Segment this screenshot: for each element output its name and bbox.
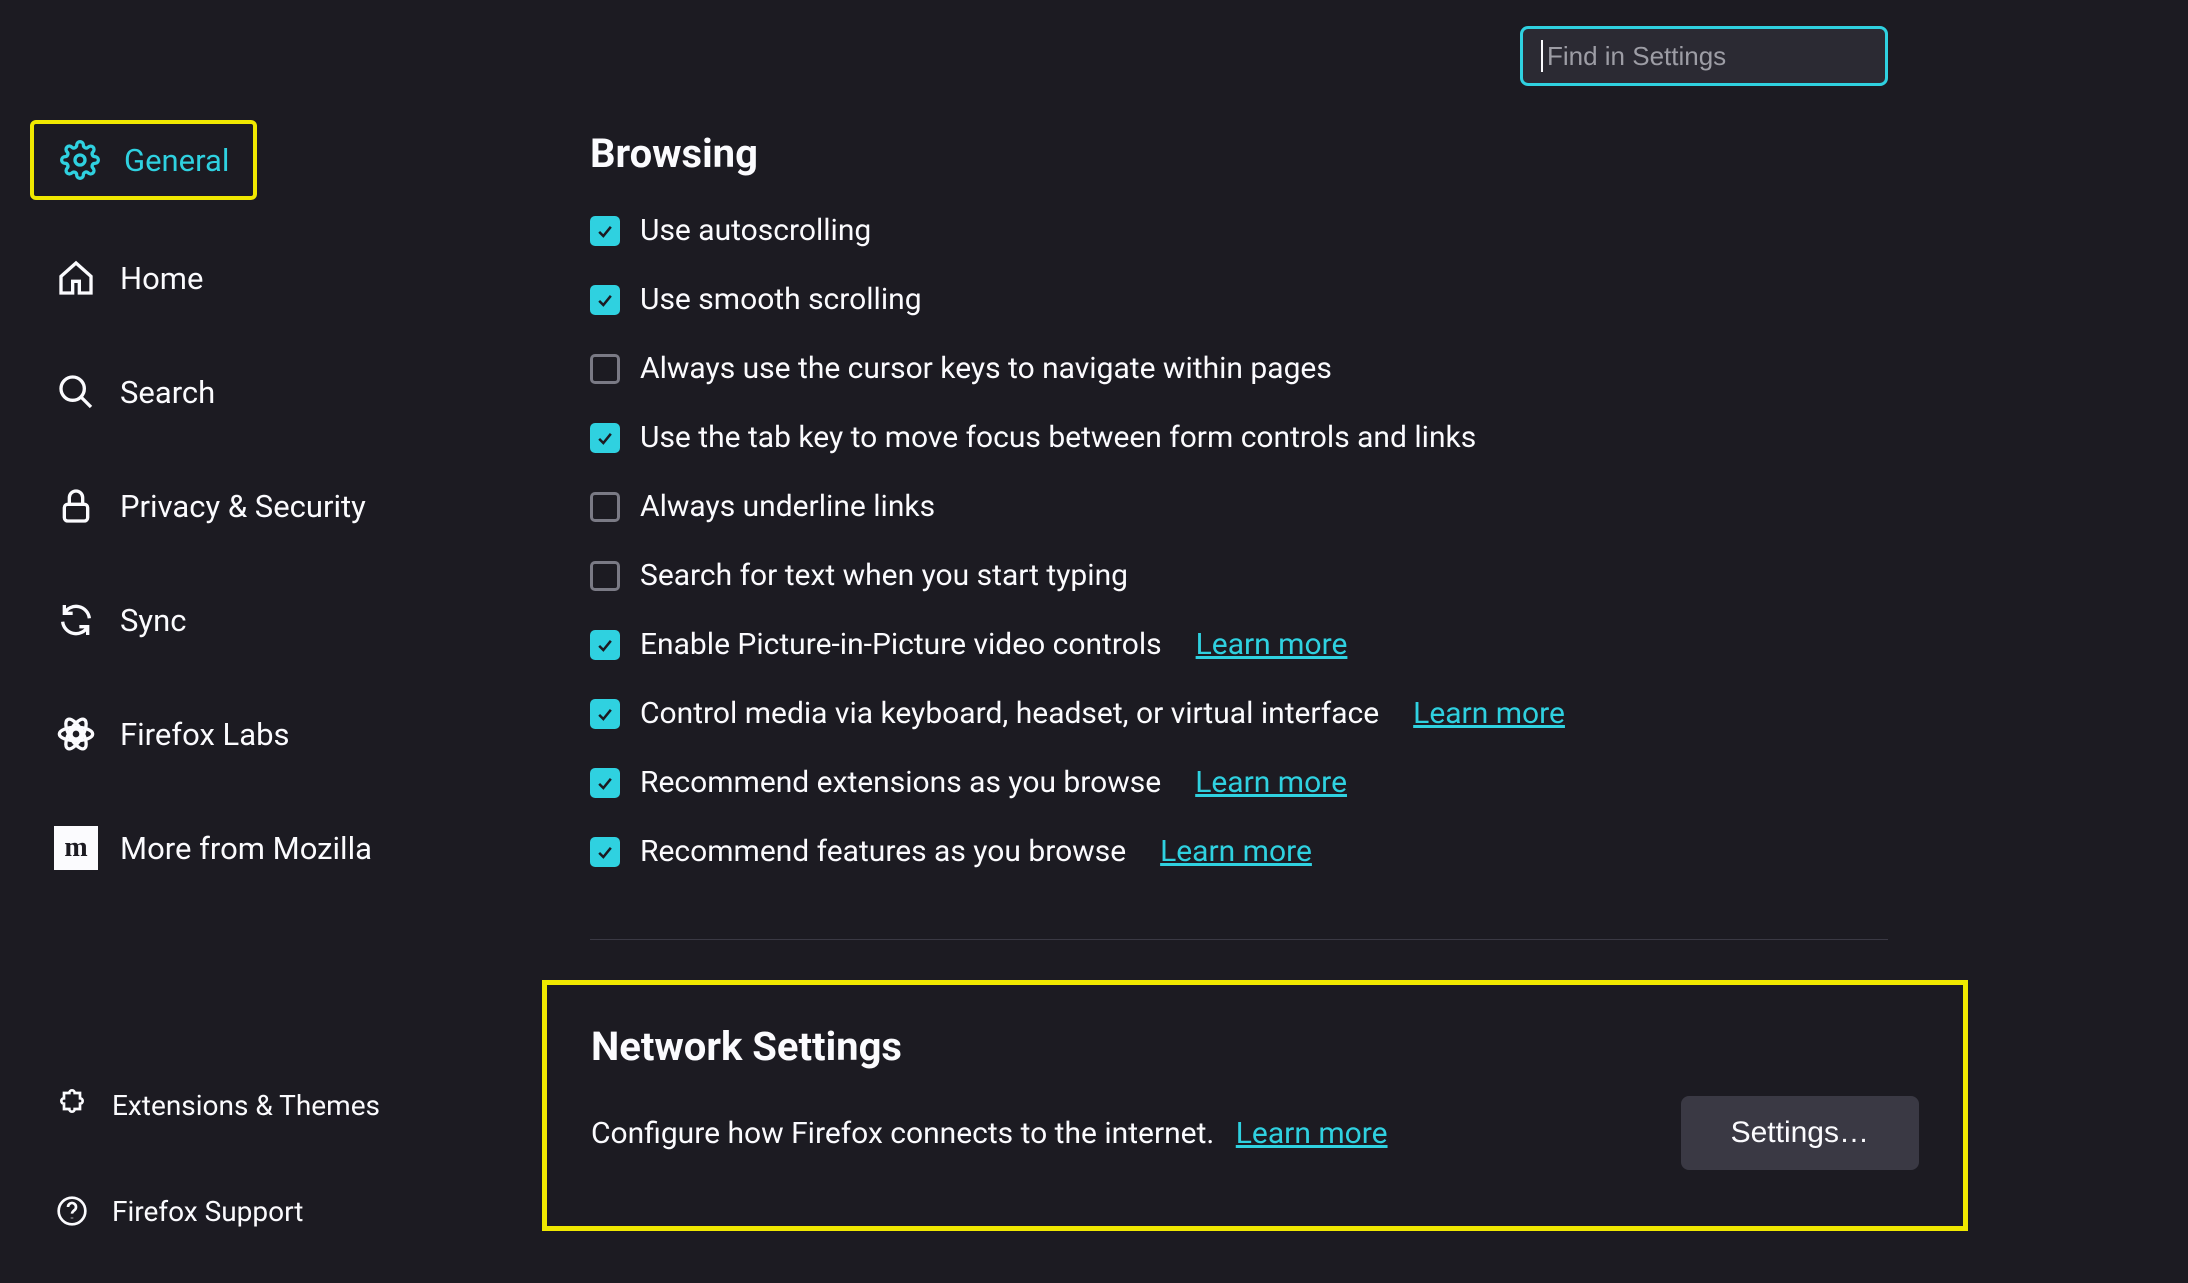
sidebar-item-label: Search [120, 374, 215, 411]
sync-icon [54, 598, 98, 642]
network-description: Configure how Firefox connects to the in… [591, 1116, 1214, 1151]
option-row: Always underline links [590, 489, 1888, 524]
option-row: Use smooth scrolling [590, 282, 1888, 317]
sidebar: General Home Search Privacy & Security [0, 0, 520, 1283]
home-icon [54, 256, 98, 300]
option-label: Control media via keyboard, headset, or … [640, 696, 1379, 731]
sidebar-item-privacy[interactable]: Privacy & Security [30, 470, 390, 542]
lock-icon [54, 484, 98, 528]
network-learn-more-link[interactable]: Learn more [1236, 1116, 1388, 1151]
network-settings-section: Network Settings Configure how Firefox c… [542, 980, 1968, 1231]
sidebar-item-label: Firefox Labs [120, 716, 290, 753]
option-label: Use autoscrolling [640, 213, 871, 248]
sidebar-item-search[interactable]: Search [30, 356, 239, 428]
settings-search-input[interactable] [1547, 41, 1867, 72]
option-row: Always use the cursor keys to navigate w… [590, 351, 1888, 386]
learn-more-link[interactable]: Learn more [1160, 834, 1312, 869]
search-icon [54, 370, 98, 414]
checkbox[interactable] [590, 561, 620, 591]
checkbox[interactable] [590, 630, 620, 660]
network-body: Configure how Firefox connects to the in… [591, 1096, 1919, 1170]
sidebar-item-home[interactable]: Home [30, 242, 227, 314]
sidebar-item-general[interactable]: General [30, 120, 257, 200]
main-content: Browsing Use autoscrolling Use smooth scr… [520, 0, 2188, 1283]
learn-more-link[interactable]: Learn more [1195, 765, 1347, 800]
option-label: Enable Picture-in-Picture video controls [640, 627, 1162, 662]
sidebar-item-extensions[interactable]: Extensions & Themes [30, 1073, 404, 1137]
puzzle-icon [54, 1087, 90, 1123]
network-settings-button[interactable]: Settings… [1681, 1096, 1919, 1170]
option-row: Use autoscrolling [590, 213, 1888, 248]
sidebar-item-label: Extensions & Themes [112, 1089, 380, 1122]
option-label: Always use the cursor keys to navigate w… [640, 351, 1332, 386]
sidebar-item-label: Privacy & Security [120, 488, 366, 525]
help-icon [54, 1193, 90, 1229]
option-label: Recommend features as you browse [640, 834, 1126, 869]
network-description-row: Configure how Firefox connects to the in… [591, 1116, 1388, 1151]
labs-icon [54, 712, 98, 756]
sidebar-item-label: More from Mozilla [120, 830, 372, 867]
option-row: Enable Picture-in-Picture video controls… [590, 627, 1888, 662]
learn-more-link[interactable]: Learn more [1413, 696, 1565, 731]
settings-search[interactable] [1520, 26, 1888, 86]
option-label: Recommend extensions as you browse [640, 765, 1161, 800]
checkbox[interactable] [590, 699, 620, 729]
checkbox[interactable] [590, 354, 620, 384]
settings-root: General Home Search Privacy & Security [0, 0, 2188, 1283]
checkbox[interactable] [590, 837, 620, 867]
option-label: Use the tab key to move focus between fo… [640, 420, 1476, 455]
mozilla-icon: m [54, 826, 98, 870]
sidebar-bottom: Extensions & Themes Firefox Support [30, 1073, 520, 1283]
network-title: Network Settings [591, 1023, 1919, 1070]
sidebar-item-label: Firefox Support [112, 1195, 303, 1228]
sidebar-item-label: General [124, 142, 229, 179]
sidebar-items: General Home Search Privacy & Security [30, 120, 520, 884]
sidebar-item-support[interactable]: Firefox Support [30, 1179, 327, 1243]
checkbox[interactable] [590, 285, 620, 315]
sidebar-item-label: Sync [120, 602, 186, 639]
option-row: Search for text when you start typing [590, 558, 1888, 593]
browsing-title: Browsing [590, 130, 1888, 177]
option-row: Recommend extensions as you browse Learn … [590, 765, 1888, 800]
option-label: Always underline links [640, 489, 935, 524]
option-label: Search for text when you start typing [640, 558, 1128, 593]
checkbox[interactable] [590, 768, 620, 798]
learn-more-link[interactable]: Learn more [1196, 627, 1348, 662]
option-row: Recommend features as you browse Learn mo… [590, 834, 1888, 869]
checkbox[interactable] [590, 492, 620, 522]
checkbox[interactable] [590, 216, 620, 246]
section-divider [590, 939, 1888, 940]
sidebar-item-mozilla[interactable]: m More from Mozilla [30, 812, 396, 884]
option-label: Use smooth scrolling [640, 282, 922, 317]
sidebar-item-label: Home [120, 260, 203, 297]
option-row: Use the tab key to move focus between fo… [590, 420, 1888, 455]
browsing-options: Use autoscrolling Use smooth scrolling Alw… [590, 213, 1888, 869]
sidebar-item-labs[interactable]: Firefox Labs [30, 698, 314, 770]
gear-icon [58, 138, 102, 182]
option-row: Control media via keyboard, headset, or … [590, 696, 1888, 731]
text-caret [1541, 40, 1543, 72]
sidebar-item-sync[interactable]: Sync [30, 584, 210, 656]
checkbox[interactable] [590, 423, 620, 453]
